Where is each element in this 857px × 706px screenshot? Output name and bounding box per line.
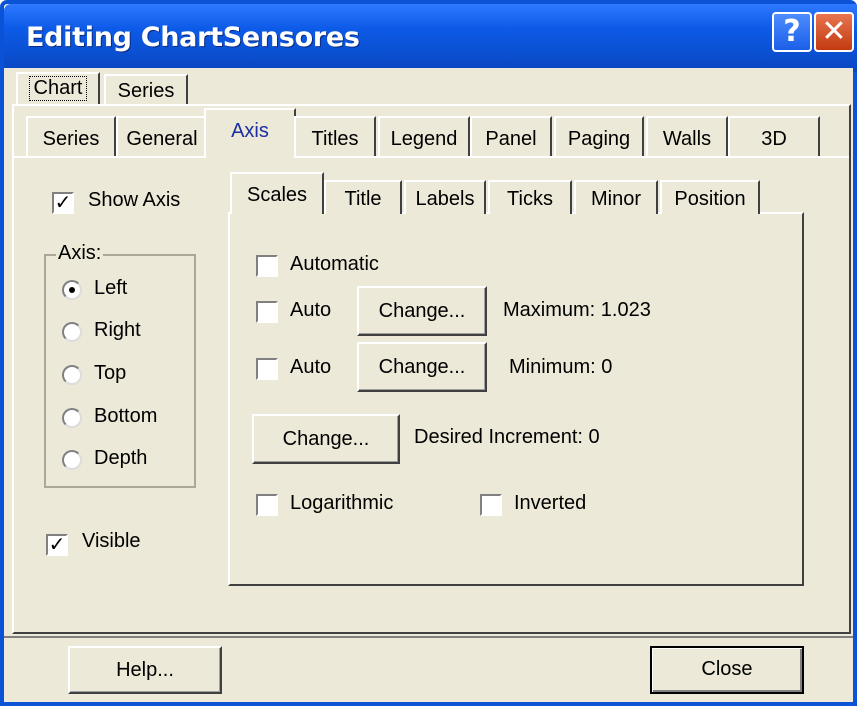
- radio-top[interactable]: [62, 365, 82, 385]
- dialog-client: Chart Series Series General Axis Titles …: [4, 68, 853, 702]
- maximum-value: Maximum: 1.023: [503, 299, 651, 321]
- minimum-value: Minimum: 0: [509, 356, 613, 378]
- auto-max-label: Auto: [290, 299, 332, 321]
- footer-divider: [4, 636, 853, 638]
- show-axis-label: Show Axis: [88, 189, 181, 211]
- radio-left-label: Left: [94, 277, 128, 299]
- tab-row-edge: [12, 156, 206, 158]
- window-title: Editing ChartSensores: [26, 22, 360, 53]
- radio-left[interactable]: [62, 280, 82, 300]
- automatic-checkbox[interactable]: [256, 255, 278, 277]
- auto-min-label: Auto: [290, 356, 332, 378]
- change-minimum-button[interactable]: Change...: [357, 342, 487, 392]
- inverted-label: Inverted: [514, 492, 587, 514]
- axis-group-label: Axis:: [56, 242, 104, 265]
- visible-checkbox[interactable]: ✓: [46, 534, 68, 556]
- help-title-button[interactable]: ?: [772, 12, 812, 52]
- logarithmic-label: Logarithmic: [290, 492, 394, 514]
- tab-title[interactable]: Title: [324, 180, 402, 214]
- title-bar[interactable]: Editing ChartSensores ? ✕: [4, 4, 857, 72]
- radio-selected-dot: [69, 287, 75, 293]
- inverted-checkbox[interactable]: [480, 494, 502, 516]
- tab-walls[interactable]: Walls: [646, 116, 728, 156]
- radio-bottom[interactable]: [62, 408, 82, 428]
- tab-general[interactable]: General: [116, 116, 208, 156]
- tab-3d[interactable]: 3D: [728, 116, 820, 156]
- tab-chart[interactable]: Chart: [16, 72, 100, 106]
- desired-increment-value: Desired Increment: 0: [414, 426, 600, 448]
- tab-series-top[interactable]: Series: [104, 74, 188, 104]
- tab-labels[interactable]: Labels: [404, 180, 486, 214]
- change-maximum-button[interactable]: Change...: [357, 286, 487, 336]
- tab-titles[interactable]: Titles: [294, 116, 376, 156]
- close-title-button[interactable]: ✕: [814, 12, 854, 52]
- tab-position[interactable]: Position: [660, 180, 760, 214]
- radio-right-label: Right: [94, 319, 141, 341]
- radio-depth[interactable]: [62, 450, 82, 470]
- radio-bottom-label: Bottom: [94, 405, 158, 427]
- tab-row-edge: [294, 156, 849, 158]
- tab-panel[interactable]: Panel: [470, 116, 552, 156]
- show-axis-checkbox[interactable]: ✓: [52, 192, 74, 214]
- logarithmic-checkbox[interactable]: [256, 494, 278, 516]
- tab-minor[interactable]: Minor: [574, 180, 658, 214]
- auto-max-checkbox[interactable]: [256, 301, 278, 323]
- tab-paging[interactable]: Paging: [554, 116, 644, 156]
- tab-ticks[interactable]: Ticks: [488, 180, 572, 214]
- change-increment-button[interactable]: Change...: [252, 414, 400, 464]
- close-button[interactable]: Close: [650, 646, 804, 694]
- tab-legend[interactable]: Legend: [378, 116, 470, 156]
- help-button[interactable]: Help...: [68, 646, 222, 694]
- tab-series[interactable]: Series: [26, 116, 116, 156]
- radio-right[interactable]: [62, 322, 82, 342]
- visible-label: Visible: [82, 530, 141, 552]
- auto-min-checkbox[interactable]: [256, 358, 278, 380]
- tab-axis[interactable]: Axis: [204, 108, 296, 158]
- tab-scales[interactable]: Scales: [230, 172, 324, 214]
- radio-top-label: Top: [94, 362, 127, 384]
- automatic-label: Automatic: [290, 253, 379, 275]
- radio-depth-label: Depth: [94, 447, 148, 469]
